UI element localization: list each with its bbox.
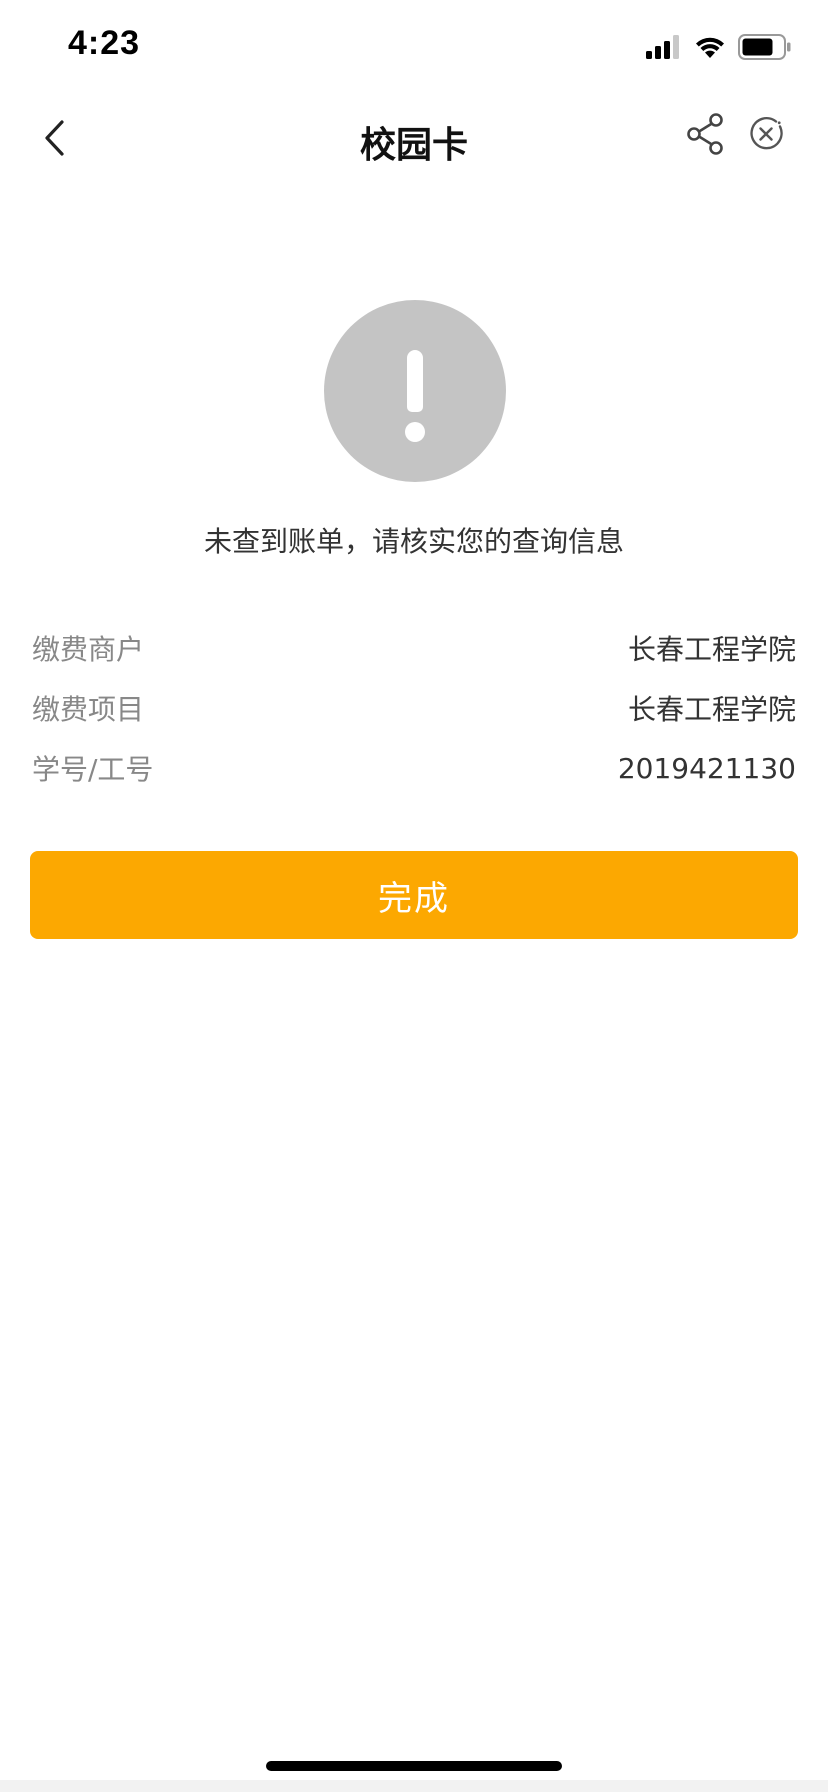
exclamation-bar: [407, 350, 423, 412]
status-icons: [646, 34, 792, 64]
close-circle-icon: [748, 116, 784, 156]
share-button[interactable]: [682, 112, 730, 160]
info-label: 缴费项目: [32, 693, 145, 726]
nav-bar: 校园卡: [0, 100, 828, 180]
info-list: 缴费商户 长春工程学院 缴费项目 长春工程学院 学号/工号 2019421130: [32, 618, 796, 798]
info-label: 缴费商户: [32, 633, 145, 666]
info-row-item: 缴费项目 长春工程学院: [32, 678, 796, 738]
done-button[interactable]: 完成: [30, 851, 798, 939]
cellular-signal-icon: [646, 35, 682, 63]
status-time: 4:23: [68, 24, 141, 62]
alert-message: 未查到账单，请核实您的查询信息: [203, 525, 624, 558]
share-icon: [686, 113, 726, 159]
home-indicator[interactable]: [266, 1761, 562, 1771]
info-value: 2019421130: [617, 751, 796, 785]
close-button[interactable]: [742, 112, 790, 160]
exclamation-dot: [405, 422, 425, 442]
info-label: 学号/工号: [32, 753, 154, 786]
info-value: 长春工程学院: [627, 633, 796, 666]
wifi-icon: [694, 35, 726, 63]
exclamation-circle-icon: [324, 300, 506, 482]
info-row-merchant: 缴费商户 长春工程学院: [32, 618, 796, 678]
info-value: 长春工程学院: [627, 693, 796, 726]
app-screen: 4:23 校园卡 未查到账单，请核实您的查询信息 缴费商户 长春工程学院 缴费项…: [0, 0, 828, 1792]
status-bar: 4:23: [0, 0, 828, 100]
info-row-student-id: 学号/工号 2019421130: [32, 738, 796, 798]
bottom-strip: [0, 1780, 828, 1792]
battery-icon: [738, 34, 792, 64]
